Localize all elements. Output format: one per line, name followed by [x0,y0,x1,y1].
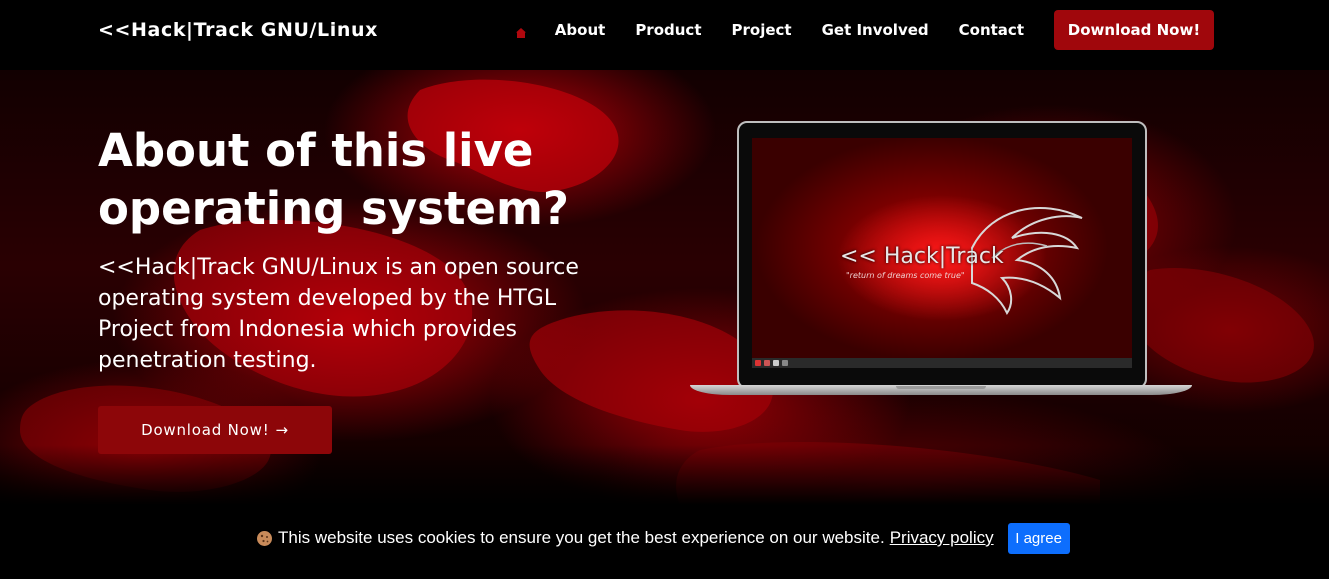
brand-logo[interactable]: <<Hack|Track GNU/Linux [98,19,378,41]
laptop-screen: << Hack|Track "return of dreams come tru… [752,138,1132,368]
hero-description: <<Hack|Track GNU/Linux is an open source… [98,255,579,373]
hero-title: About of this live operating system? [98,124,569,235]
nav-link-project[interactable]: Project [732,21,792,39]
taskbar-app-icon [755,360,761,366]
hero-fade [0,445,1329,505]
cookie-agree-button[interactable]: I agree [1007,522,1070,554]
screen-tagline: "return of dreams come true" [846,271,965,280]
taskbar-app-icon [782,360,788,366]
nav-link-product[interactable]: Product [635,21,701,39]
nav-download-button[interactable]: Download Now! [1054,10,1214,50]
privacy-policy-link[interactable]: Privacy policy [890,528,994,548]
nav-link-about[interactable]: About [555,21,606,39]
cookie-banner: This website uses cookies to ensure you … [0,505,1329,579]
hero-download-label: Download Now! [141,421,270,439]
home-icon[interactable] [515,24,527,38]
laptop-mockup: << Hack|Track "return of dreams come tru… [690,121,1192,395]
screen-logo-text: << Hack|Track [840,244,1004,269]
arrow-right-icon: → [275,421,289,439]
cookie-content: This website uses cookies to ensure you … [256,522,1070,554]
laptop-lid: << Hack|Track "return of dreams come tru… [737,121,1147,389]
laptop-notch [896,386,986,389]
cookie-message: This website uses cookies to ensure you … [278,528,885,547]
taskbar-app-icon [773,360,779,366]
taskbar-app-icon [764,360,770,366]
nav-link-contact[interactable]: Contact [959,21,1024,39]
cookie-icon [256,530,273,547]
nav-link-get-involved[interactable]: Get Involved [822,21,929,39]
screen-taskbar [752,358,1132,368]
hero-download-button[interactable]: Download Now! → [98,406,332,454]
navbar: <<Hack|Track GNU/Linux About Product Pro… [0,0,1329,60]
nav-menu: About Product Project Get Involved Conta… [515,10,1214,50]
